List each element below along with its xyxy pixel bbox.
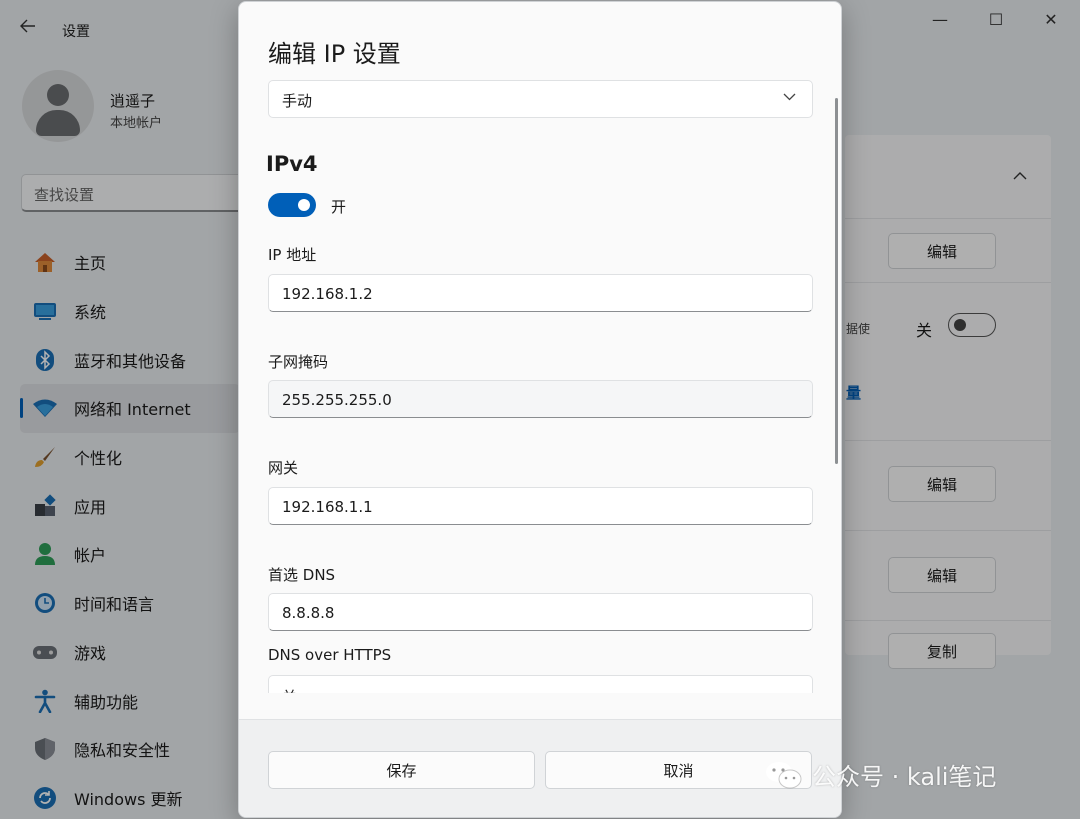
save-button[interactable]: 保存 <box>268 751 535 789</box>
ip-mode-value: 手动 <box>282 92 313 110</box>
preferred-dns-field[interactable]: 8.8.8.8 <box>268 593 813 631</box>
ipv4-toggle-label: 开 <box>331 198 347 216</box>
dialog-title: 编辑 IP 设置 <box>268 40 401 68</box>
gateway-label: 网关 <box>268 459 299 477</box>
dns-over-https-value: 关 <box>282 686 799 693</box>
subnet-mask-field[interactable]: 255.255.255.0 <box>268 380 813 418</box>
ipv4-toggle[interactable] <box>268 193 316 217</box>
watermark-text: 公众号 · kali笔记 <box>812 763 997 791</box>
preferred-dns-label: 首选 DNS <box>268 566 336 584</box>
ip-address-field[interactable]: 192.168.1.2 <box>268 274 813 312</box>
subnet-mask-label: 子网掩码 <box>268 353 329 371</box>
ip-address-label: IP 地址 <box>268 246 317 264</box>
ip-mode-select[interactable]: 手动 <box>268 80 813 118</box>
chevron-down-icon <box>783 90 796 105</box>
dns-over-https-select[interactable]: 关 <box>268 675 813 693</box>
ipv4-heading: IPv4 <box>266 152 318 176</box>
gateway-field[interactable]: 192.168.1.1 <box>268 487 813 525</box>
wechat-logo-icon <box>764 760 804 790</box>
edit-ip-settings-dialog: 编辑 IP 设置 手动 IPv4 开 IP 地址 192.168.1.2 子网掩… <box>238 1 842 818</box>
dns-over-https-label: DNS over HTTPS <box>268 646 392 664</box>
dialog-scrollbar[interactable] <box>835 98 838 464</box>
watermark: 公众号 · kali笔记 <box>764 757 996 792</box>
dialog-footer: 保存 取消 <box>239 719 841 817</box>
